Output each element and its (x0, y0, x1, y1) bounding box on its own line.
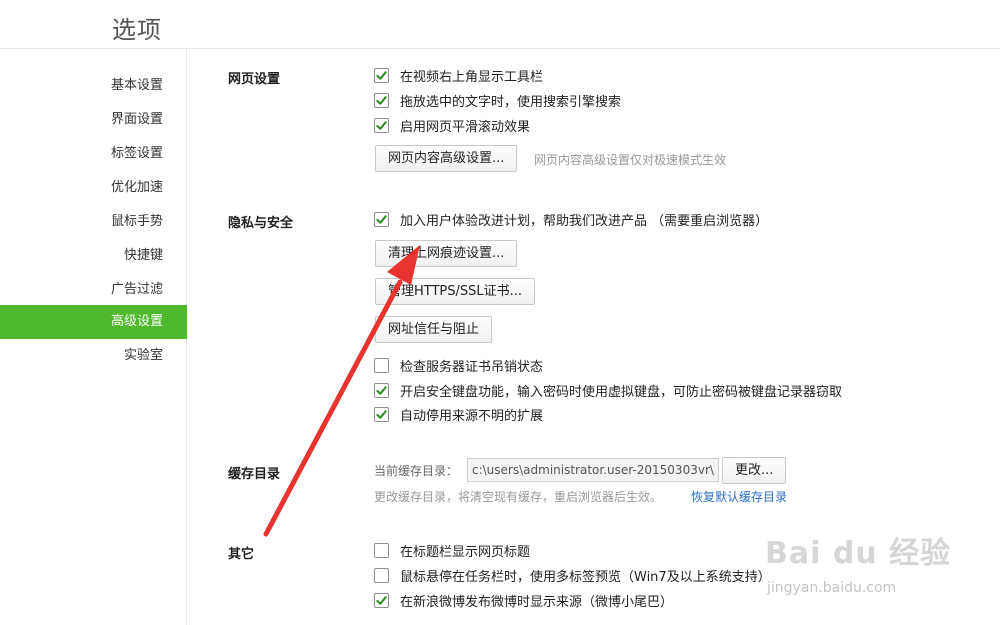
manage-certificates-button[interactable]: 管理HTTPS/SSL证书... (375, 278, 536, 305)
checkmark-icon (376, 385, 387, 395)
option-secure-keyboard[interactable]: 开启安全键盘功能，输入密码时使用虚拟键盘，可防止密码被键盘记录器窃取 (374, 381, 843, 400)
sidebar: 基本设置 界面设置 标签设置 优化加速 鼠标手势 快捷键 广告过滤 高级设置 实… (0, 49, 187, 625)
clear-traces-button[interactable]: 清理上网痕迹设置... (375, 240, 518, 267)
baidu-jingyan-watermark: Bai du 经验 jingyan.baidu.com (765, 528, 965, 608)
watermark-url: jingyan.baidu.com (767, 580, 897, 596)
sidebar-item-optimize[interactable]: 优化加速 (0, 171, 187, 205)
option-label: 在标题栏显示网页标题 (400, 544, 531, 560)
sidebar-item-adblock[interactable]: 广告过滤 (0, 273, 187, 307)
checkbox[interactable] (374, 382, 389, 398)
checkbox[interactable] (374, 406, 389, 422)
cache-hint: 更改缓存目录，将清空现有缓存，重启浏览器后生效。 (374, 490, 663, 504)
sidebar-item-mouse-gesture[interactable]: 鼠标手势 (0, 205, 187, 239)
checkbox[interactable] (374, 67, 389, 83)
section-title-cache: 缓存目录 (228, 467, 281, 482)
checkbox[interactable] (374, 117, 389, 133)
sidebar-item-advanced[interactable]: 高级设置 (0, 305, 187, 339)
checkmark-icon (376, 214, 387, 224)
checkmark-icon (376, 70, 387, 80)
checkbox[interactable] (374, 567, 389, 583)
cache-path-field[interactable] (467, 458, 719, 482)
checkmark-icon (376, 120, 387, 130)
option-label: 启用网页平滑滚动效果 (400, 119, 531, 135)
watermark-logo: Bai du 经验 (765, 536, 952, 571)
checkbox[interactable] (374, 542, 389, 558)
option-label: 加入用户体验改进计划，帮助我们改进产品 （需要重启浏览器） (400, 213, 769, 229)
option-label: 鼠标悬停在任务栏时，使用多标签预览（Win7及以上系统支持） (400, 569, 771, 585)
web-content-advanced-button[interactable]: 网页内容高级设置... (375, 145, 518, 172)
option-label: 在视频右上角显示工具栏 (400, 69, 544, 85)
restore-default-cache-link[interactable]: 恢复默认缓存目录 (691, 488, 787, 505)
option-drag-search[interactable]: 拖放选中的文字时，使用搜索引擎搜索 (374, 91, 622, 110)
url-trust-block-button[interactable]: 网址信任与阻止 (375, 316, 493, 343)
option-ux-program[interactable]: 加入用户体验改进计划，帮助我们改进产品 （需要重启浏览器） (374, 210, 769, 229)
option-label: 自动停用来源不明的扩展 (400, 408, 544, 424)
checkbox[interactable] (374, 592, 389, 608)
page-title: 选项 (112, 16, 162, 44)
option-video-toolbar[interactable]: 在视频右上角显示工具栏 (374, 66, 544, 85)
section-title-privacy: 隐私与安全 (228, 216, 294, 231)
option-title-bar-page-title[interactable]: 在标题栏显示网页标题 (374, 541, 531, 560)
cache-current-label: 当前缓存目录： (374, 464, 459, 478)
section-title-other: 其它 (228, 547, 255, 562)
checkmark-icon (376, 595, 387, 605)
option-label: 在新浪微博发布微博时显示来源（微博小尾巴） (400, 594, 674, 610)
web-content-hint: 网页内容高级设置仅对极速模式生效 (534, 153, 727, 167)
sidebar-item-interface[interactable]: 界面设置 (0, 103, 187, 137)
section-title-webpage: 网页设置 (228, 72, 281, 87)
option-smooth-scroll[interactable]: 启用网页平滑滚动效果 (374, 116, 531, 135)
option-cert-revocation[interactable]: 检查服务器证书吊销状态 (374, 356, 544, 375)
checkbox[interactable] (374, 92, 389, 108)
option-label: 拖放选中的文字时，使用搜索引擎搜索 (400, 94, 622, 110)
change-cache-button[interactable]: 更改... (722, 457, 787, 484)
checkbox[interactable] (374, 211, 389, 227)
option-disable-unknown-extensions[interactable]: 自动停用来源不明的扩展 (374, 405, 544, 424)
option-label: 开启安全键盘功能，输入密码时使用虚拟键盘，可防止密码被键盘记录器窃取 (400, 384, 843, 400)
header: 选项 (0, 0, 1000, 49)
option-taskbar-preview[interactable]: 鼠标悬停在任务栏时，使用多标签预览（Win7及以上系统支持） (374, 566, 771, 585)
option-label: 检查服务器证书吊销状态 (400, 359, 544, 375)
checkbox[interactable] (374, 357, 389, 373)
sidebar-item-basic[interactable]: 基本设置 (0, 69, 187, 103)
sidebar-item-shortcuts[interactable]: 快捷键 (0, 239, 187, 273)
checkmark-icon (376, 409, 387, 419)
checkmark-icon (376, 95, 387, 105)
sidebar-item-tabs[interactable]: 标签设置 (0, 137, 187, 171)
option-weibo-source[interactable]: 在新浪微博发布微博时显示来源（微博小尾巴） (374, 591, 674, 610)
sidebar-item-lab[interactable]: 实验室 (0, 339, 187, 373)
